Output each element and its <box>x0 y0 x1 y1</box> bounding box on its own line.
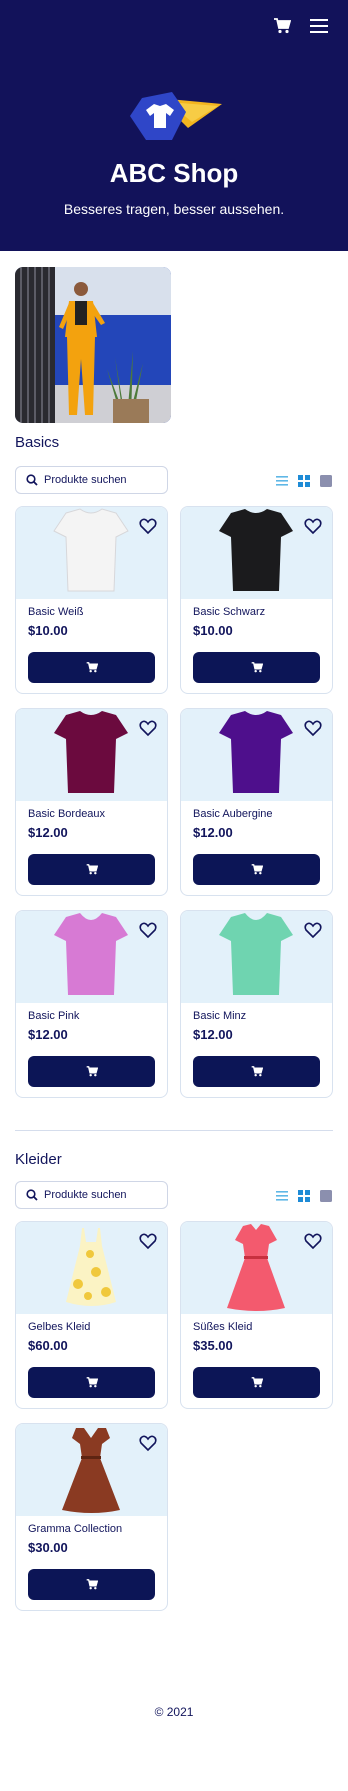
product-card[interactable]: Gelbes Kleid $60.00 <box>15 1221 168 1409</box>
search-icon <box>26 1189 38 1201</box>
product-price: $12.00 <box>193 825 233 840</box>
product-price: $12.00 <box>28 825 68 840</box>
product-price: $10.00 <box>193 623 233 638</box>
product-price: $10.00 <box>28 623 68 638</box>
product-price: $30.00 <box>28 1540 68 1555</box>
product-name: Basic Pink <box>28 1010 80 1022</box>
product-name: Basic Weiß <box>28 606 84 618</box>
search-input-basics[interactable]: Produkte suchen <box>15 466 168 494</box>
product-price: $60.00 <box>28 1338 68 1353</box>
search-input-kleider[interactable]: Produkte suchen <box>15 1181 168 1209</box>
heart-icon[interactable] <box>304 517 322 535</box>
cart-icon <box>274 18 291 34</box>
cart-icon <box>251 1377 263 1388</box>
grid-view-icon[interactable] <box>298 474 310 487</box>
product-card[interactable]: Gramma Collection $30.00 <box>15 1423 168 1611</box>
add-to-cart-button[interactable] <box>28 1569 155 1600</box>
product-price: $12.00 <box>28 1027 68 1042</box>
product-card[interactable]: Basic Pink $12.00 <box>15 910 168 1098</box>
heart-icon[interactable] <box>139 719 157 737</box>
add-to-cart-button[interactable] <box>193 1056 320 1087</box>
cart-button[interactable] <box>270 14 294 38</box>
product-name: Basic Bordeaux <box>28 808 106 820</box>
shop-tagline: Besseres tragen, besser aussehen. <box>63 201 285 217</box>
heart-icon[interactable] <box>304 921 322 939</box>
cart-icon <box>251 1066 263 1077</box>
product-card[interactable]: Basic Schwarz $10.00 <box>180 506 333 694</box>
product-name: Basic Schwarz <box>193 606 266 618</box>
hero-header: ABC Shop Besseres tragen, besser aussehe… <box>0 0 348 251</box>
heart-icon[interactable] <box>304 1232 322 1250</box>
add-to-cart-button[interactable] <box>193 854 320 885</box>
search-icon <box>26 474 38 486</box>
product-name: Basic Aubergine <box>193 808 273 820</box>
search-placeholder: Produkte suchen <box>44 1189 127 1201</box>
cart-icon <box>86 1579 98 1590</box>
large-view-icon[interactable] <box>320 1189 332 1202</box>
product-price: $35.00 <box>193 1338 233 1353</box>
heart-icon[interactable] <box>304 719 322 737</box>
add-to-cart-button[interactable] <box>193 652 320 683</box>
section-divider <box>15 1130 333 1131</box>
list-view-icon[interactable] <box>276 1189 288 1201</box>
cart-icon <box>86 1377 98 1388</box>
add-to-cart-button[interactable] <box>28 652 155 683</box>
heart-icon[interactable] <box>139 1434 157 1452</box>
heart-icon[interactable] <box>139 921 157 939</box>
heart-icon[interactable] <box>139 1232 157 1250</box>
cart-icon <box>251 662 263 673</box>
search-placeholder: Produkte suchen <box>44 474 127 486</box>
view-toggle-group <box>276 470 336 490</box>
shop-logo <box>130 92 222 140</box>
hamburger-menu-icon <box>310 19 328 33</box>
product-card[interactable]: Basic Weiß $10.00 <box>15 506 168 694</box>
product-card[interactable]: Basic Aubergine $12.00 <box>180 708 333 896</box>
product-price: $12.00 <box>193 1027 233 1042</box>
hero-banner-image <box>15 267 171 423</box>
view-toggle-group <box>276 1185 336 1205</box>
footer-copyright: © 2021 <box>154 1705 194 1719</box>
cart-icon <box>86 1066 98 1077</box>
cart-icon <box>251 864 263 875</box>
product-name: Süßes Kleid <box>193 1321 253 1333</box>
grid-view-icon[interactable] <box>298 1189 310 1202</box>
add-to-cart-button[interactable] <box>28 854 155 885</box>
heart-icon[interactable] <box>139 517 157 535</box>
product-name: Gelbes Kleid <box>28 1321 91 1333</box>
category-title-basics: Basics <box>15 434 60 451</box>
cart-icon <box>86 864 98 875</box>
product-card[interactable]: Basic Minz $12.00 <box>180 910 333 1098</box>
add-to-cart-button[interactable] <box>28 1367 155 1398</box>
product-name: Gramma Collection <box>28 1523 123 1535</box>
list-view-icon[interactable] <box>276 474 288 486</box>
add-to-cart-button[interactable] <box>193 1367 320 1398</box>
cart-icon <box>86 662 98 673</box>
add-to-cart-button[interactable] <box>28 1056 155 1087</box>
large-view-icon[interactable] <box>320 474 332 487</box>
product-card[interactable]: Süßes Kleid $35.00 <box>180 1221 333 1409</box>
product-card[interactable]: Basic Bordeaux $12.00 <box>15 708 168 896</box>
category-title-kleider: Kleider <box>15 1151 62 1168</box>
product-name: Basic Minz <box>193 1010 247 1022</box>
shop-title: ABC Shop <box>109 158 239 188</box>
menu-button[interactable] <box>306 14 332 38</box>
